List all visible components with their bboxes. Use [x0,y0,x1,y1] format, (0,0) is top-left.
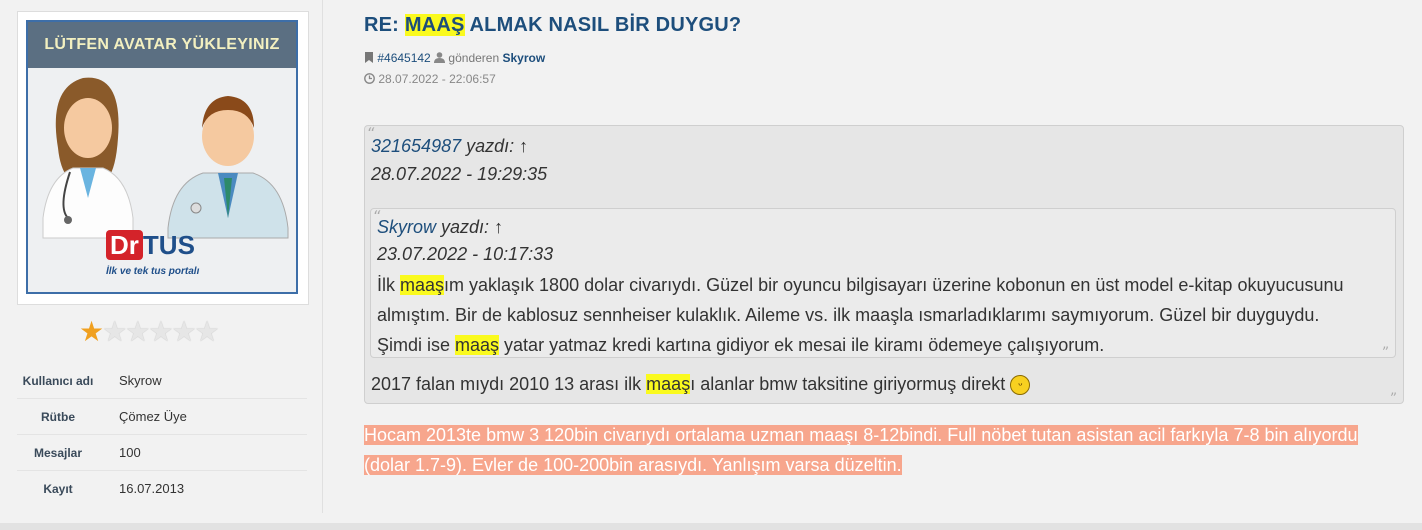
clock-icon [364,73,375,84]
post-datetime: 28.07.2022 - 22:06:57 [364,72,496,86]
info-label: Mesajlar [17,434,99,471]
post-body: Hocam 2013te bmw 3 120bin civarıydı orta… [364,420,1404,480]
search-highlight: maaş [646,374,691,394]
quote-date: 28.07.2022 - 19:29:35 [371,164,548,184]
info-value: Skyrow [99,363,307,399]
info-value: Çömez Üye [99,398,307,435]
search-highlight: maaş [455,335,500,355]
quote-close-icon: ” [1381,345,1389,361]
post-datetime-text: 28.07.2022 - 22:06:57 [378,72,496,86]
grin-smiley-icon: ᵕ [1010,375,1031,396]
quote-wrote-label: yazdı: [466,136,515,156]
quote-author-line: 321654987 yazdı: ↑ [371,136,528,157]
nested-quote-block: “ Skyrow yazdı: ↑ 23.07.2022 - 10:17:33 … [370,207,1396,361]
post-body-text: Hocam 2013te bmw 3 120bin civarıydı orta… [364,425,1358,475]
post-meta: #4645142 gönderen Skyrow [364,51,545,65]
info-label: Rütbe [17,398,99,435]
title-prefix: RE: [364,14,405,36]
user-sidebar: LÜTFEN AVATAR YÜKLEYINIZ Dr TUS İlk ve t… [0,0,323,513]
star-empty-icon: ★ [102,316,127,347]
info-row-joined: Kayıt 16.07.2013 [17,471,307,507]
info-value: 16.07.2013 [119,481,185,496]
post-id-link[interactable]: #4645142 [377,51,430,65]
quote-close-icon: ” [1389,391,1397,407]
quote-author-link[interactable]: 321654987 [371,136,461,156]
nested-quote-text: İlk maaşım yaklaşık 1800 dolar civarıydı… [377,270,1367,360]
quote-block: “ 321654987 yazdı: ↑ 28.07.2022 - 19:29:… [364,124,1404,407]
avatar-illustration: Dr TUS İlk ve tek tus portalı [28,68,296,292]
text-segment: ı alanlar bmw taksitine giriyormuş direk… [690,374,1006,394]
logo-tus: TUS [142,230,195,260]
info-label: Kullanıcı adı [17,363,99,399]
info-row-rank: Rütbe Çömez Üye [17,398,307,435]
star-empty-icon: ★ [194,316,220,347]
info-row-username: Kullanıcı adı Skyrow [17,363,307,399]
text-segment: İlk [377,275,401,295]
nested-quote-author-link[interactable]: Skyrow [377,217,436,237]
text-segment: 2017 falan mıydı 2010 13 arası ilk [371,374,647,394]
drtus-logo: Dr TUS [106,230,195,261]
title-highlight: MAAŞ [404,14,465,36]
post-author-link[interactable]: Skyrow [502,51,545,65]
user-rating-stars: ★★★★★★ [79,316,220,347]
quote-text: 2017 falan mıydı 2010 13 arası ilk maaşı… [371,374,1031,396]
user-info-table: Kullanıcı adı Skyrow Rütbe Çömez Üye Mes… [17,363,307,506]
title-suffix: ALMAK NASIL BİR DUYGU? [464,14,742,36]
logo-dr: Dr [106,230,143,260]
post-title[interactable]: RE: MAAŞ ALMAK NASIL BİR DUYGU? [364,14,741,37]
info-value: 100 [99,434,307,471]
star-empty-icon: ★ [125,316,150,347]
star-empty-icon: ★ [171,316,196,347]
text-segment: yatar yatmaz kredi kartına gidiyor ek me… [499,335,1105,355]
sent-by-label: gönderen [448,51,500,65]
info-row-messages: Mesajlar 100 [17,434,307,471]
star-empty-icon: ★ [148,316,173,347]
post-separator [0,523,1422,530]
logo-tagline: İlk ve tek tus portalı [106,266,200,277]
bookmark-icon [365,52,373,63]
nested-quote-jump-arrow-icon[interactable]: ↑ [494,217,503,237]
avatar[interactable]: LÜTFEN AVATAR YÜKLEYINIZ Dr TUS İlk ve t… [26,20,298,294]
nested-quote-author-line: Skyrow yazdı: ↑ [377,217,503,238]
search-highlight: maaş [400,275,445,295]
star-filled-icon: ★ [79,316,104,347]
avatar-frame: LÜTFEN AVATAR YÜKLEYINIZ Dr TUS İlk ve t… [17,11,309,305]
info-label: Kayıt [43,481,73,496]
avatar-banner: LÜTFEN AVATAR YÜKLEYINIZ [28,22,296,68]
nested-quote-wrote-label: yazdı: [441,217,490,237]
quote-jump-arrow-icon[interactable]: ↑ [519,136,528,156]
nested-quote-date: 23.07.2022 - 10:17:33 [377,244,554,264]
user-icon [434,52,446,63]
